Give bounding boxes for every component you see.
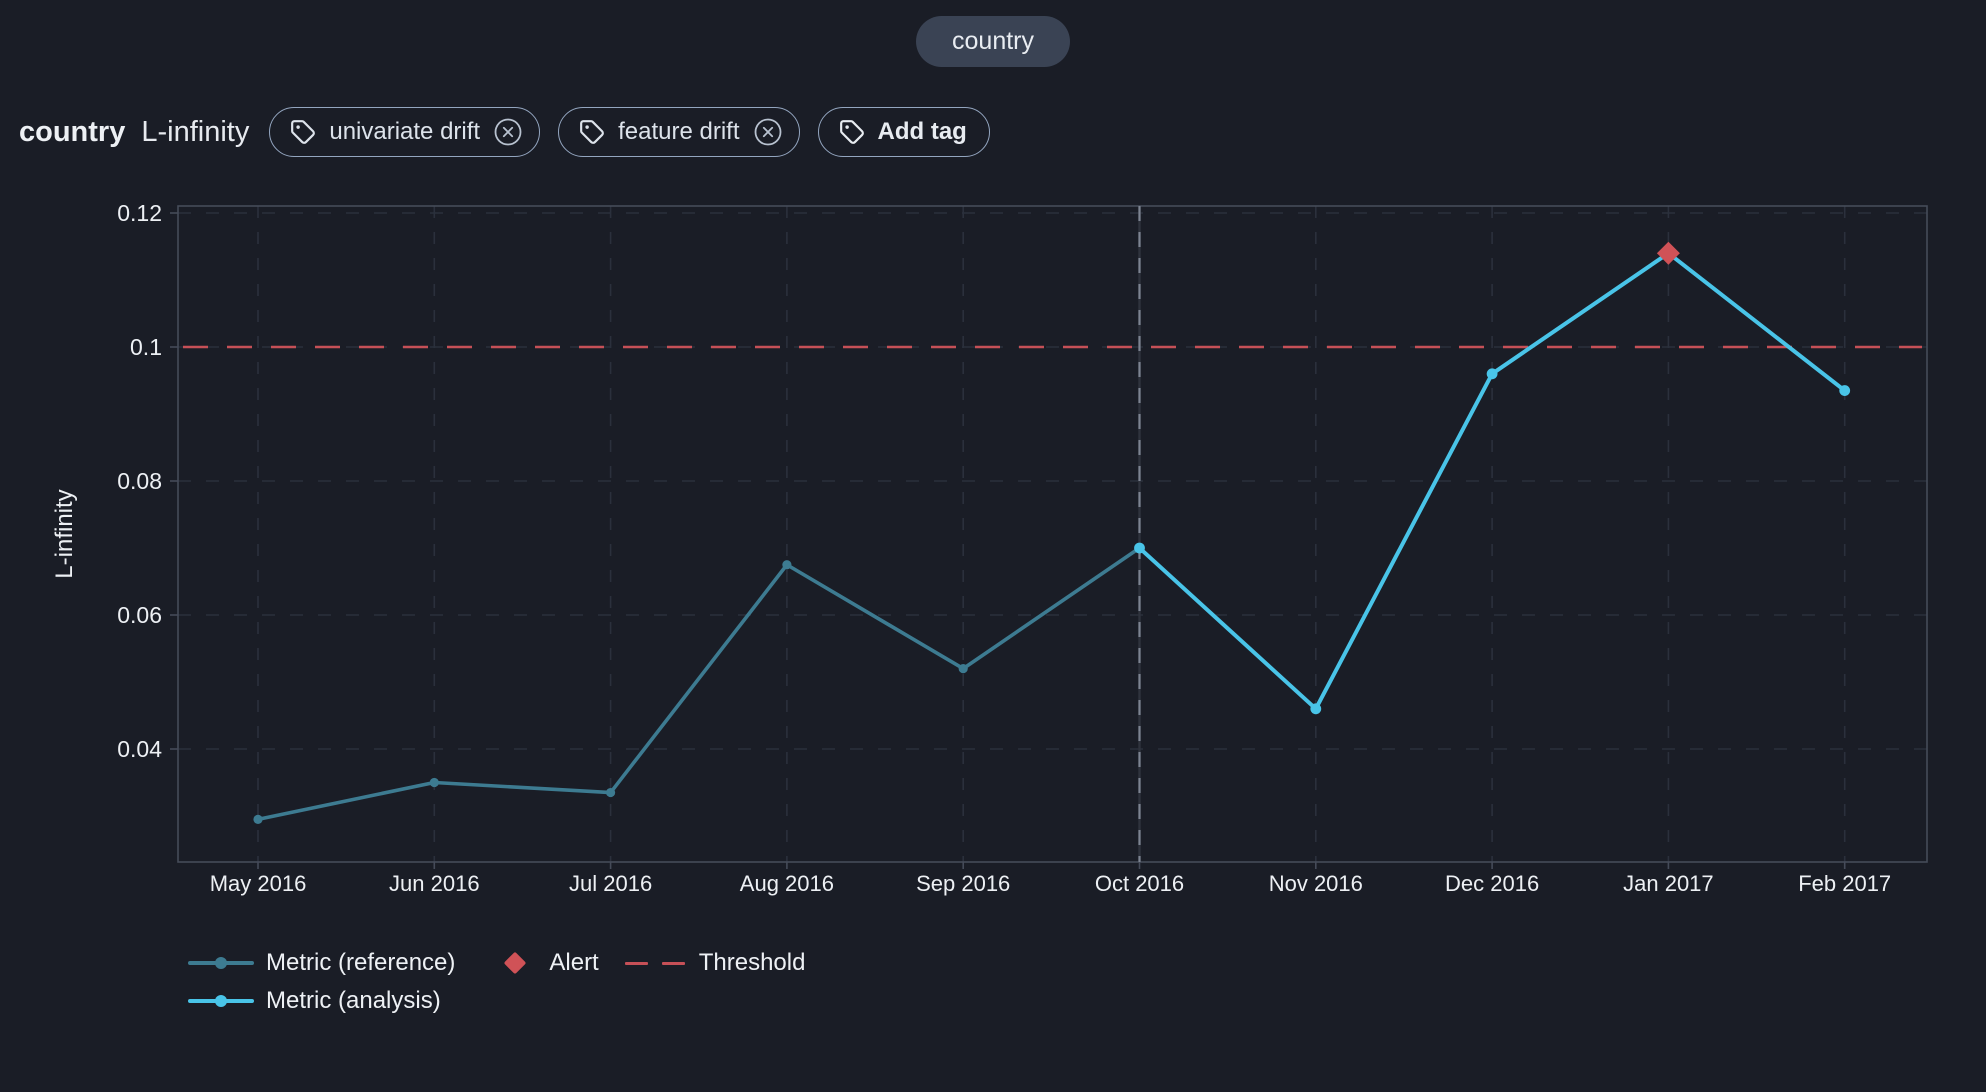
legend-label-alert: Alert — [549, 949, 598, 977]
legend-item-threshold[interactable]: Threshold — [599, 949, 806, 977]
analysis-dot-sample — [215, 995, 227, 1007]
legend-label-reference: Metric (reference) — [266, 949, 455, 977]
legend-row-1: Metric (reference) Alert Threshold — [188, 950, 805, 976]
chart-legend: Metric (reference) Alert Threshold Metri… — [188, 950, 805, 1014]
metric-reference-line — [258, 548, 1140, 819]
x-tick-label: Sep 2016 — [916, 871, 1010, 896]
threshold-dash — [662, 962, 685, 965]
threshold-dash — [625, 962, 648, 965]
reference-point[interactable] — [430, 778, 439, 787]
x-tick-label: Feb 2017 — [1798, 871, 1891, 896]
x-tick-label: May 2016 — [210, 871, 307, 896]
plot-border — [178, 206, 1927, 862]
y-axis-title: L-infinity — [51, 489, 78, 578]
analysis-point[interactable] — [1310, 703, 1321, 714]
y-tick-label: 0.06 — [117, 602, 162, 628]
legend-label-analysis: Metric (analysis) — [266, 987, 441, 1015]
x-tick-label: Nov 2016 — [1269, 871, 1363, 896]
analysis-line-sample — [188, 999, 254, 1003]
alert-diamond-icon — [504, 952, 527, 975]
legend-row-2: Metric (analysis) — [188, 988, 805, 1014]
x-tick-label: Dec 2016 — [1445, 871, 1539, 896]
analysis-point[interactable] — [1134, 543, 1145, 554]
legend-item-alert[interactable]: Alert — [455, 949, 598, 977]
reference-line-sample — [188, 961, 254, 965]
x-tick-label: Jul 2016 — [569, 871, 652, 896]
reference-point[interactable] — [606, 788, 615, 797]
y-tick-label: 0.1 — [130, 334, 162, 360]
x-tick-label: Aug 2016 — [740, 871, 834, 896]
x-tick-label: Oct 2016 — [1095, 871, 1184, 896]
x-tick-label: Jun 2016 — [389, 871, 480, 896]
y-tick-label: 0.12 — [117, 200, 162, 226]
reference-point[interactable] — [253, 815, 262, 824]
reference-point[interactable] — [959, 664, 968, 673]
legend-item-reference[interactable]: Metric (reference) — [188, 949, 455, 977]
analysis-point[interactable] — [1487, 368, 1498, 379]
reference-point[interactable] — [782, 560, 791, 569]
drift-line-chart[interactable]: 0.04 0.06 0.08 0.1 0.12 May 2016 Jun 2016 Jul 2… — [0, 0, 1986, 1092]
y-tick-label: 0.04 — [117, 736, 162, 762]
x-tick-label: Jan 2017 — [1623, 871, 1714, 896]
reference-dot-sample — [215, 957, 227, 969]
y-tick-label: 0.08 — [117, 468, 162, 494]
threshold-dash-sample — [625, 962, 685, 965]
legend-label-threshold: Threshold — [699, 949, 806, 977]
analysis-point[interactable] — [1839, 385, 1850, 396]
legend-item-analysis[interactable]: Metric (analysis) — [188, 987, 441, 1015]
